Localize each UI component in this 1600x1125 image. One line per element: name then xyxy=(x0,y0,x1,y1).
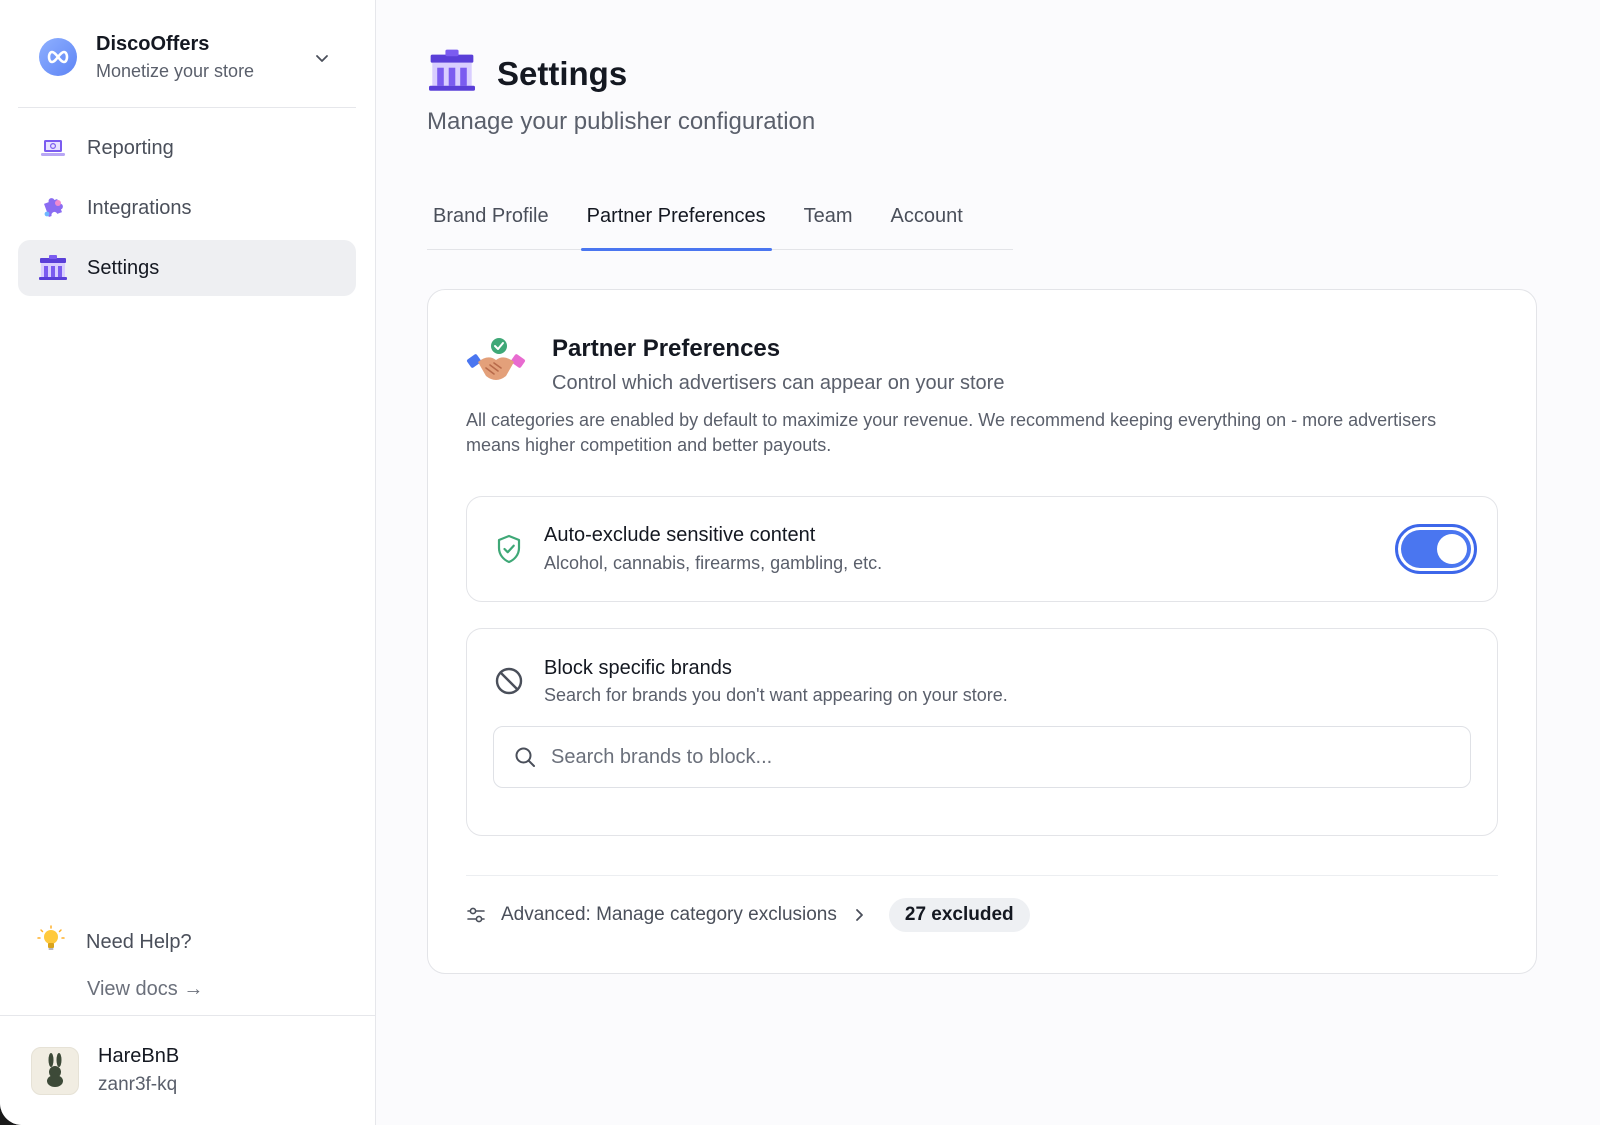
sidebar-nav: Reporting Integrations Settings xyxy=(18,120,356,300)
brand-name: DiscoOffers xyxy=(96,33,210,55)
page-title: Settings xyxy=(497,54,628,92)
partner-preferences-card: Partner Preferences Control which advert… xyxy=(427,289,1537,974)
auto-exclude-subtitle: Alcohol, cannabis, firearms, gambling, e… xyxy=(544,553,883,573)
auto-exclude-toggle[interactable] xyxy=(1395,524,1477,574)
settings-tabs: Brand Profile Partner Preferences Team A… xyxy=(427,190,1013,251)
tab-team[interactable]: Team xyxy=(798,190,859,250)
chevron-down-icon[interactable] xyxy=(312,48,332,68)
puzzle-icon xyxy=(36,191,70,225)
sidebar-item-integrations[interactable]: Integrations xyxy=(18,180,356,236)
brand-switcher[interactable]: DiscoOffers Monetize your store xyxy=(18,26,356,108)
sliders-icon xyxy=(467,907,485,923)
sidebar-item-label: Reporting xyxy=(87,136,174,159)
page-header: Settings xyxy=(427,48,627,99)
card-subtitle: Control which advertisers can appear on … xyxy=(552,372,1005,394)
card-description: All categories are enabled by default to… xyxy=(466,410,1437,455)
divider xyxy=(466,875,1498,876)
handshake-icon xyxy=(466,334,528,390)
app-window: DiscoOffers Monetize your store Reportin… xyxy=(0,0,1600,1125)
sidebar-item-reporting[interactable]: Reporting xyxy=(18,120,356,176)
brand-tagline: Monetize your store xyxy=(96,61,255,81)
chevron-right-icon xyxy=(855,909,863,921)
lightbulb-icon xyxy=(36,925,66,960)
view-docs-link[interactable]: View docs → xyxy=(87,978,203,1001)
main-content: Settings Manage your publisher configura… xyxy=(376,0,1600,1125)
sidebar-item-label: Settings xyxy=(87,256,160,279)
toggle-knob xyxy=(1437,534,1467,564)
auto-exclude-title: Auto-exclude sensitive content xyxy=(544,524,816,546)
advanced-label: Advanced: Manage category exclusions xyxy=(501,904,837,925)
tab-partner-preferences[interactable]: Partner Preferences xyxy=(580,190,772,251)
sidebar-item-label: Integrations xyxy=(87,196,192,219)
storefront-icon xyxy=(427,48,477,99)
sidebar-item-settings[interactable]: Settings xyxy=(18,240,356,296)
excluded-count-badge: 27 excluded xyxy=(888,898,1030,932)
block-brands-option: Block specific brands Search for brands … xyxy=(466,628,1498,836)
auto-exclude-option: Auto-exclude sensitive content Alcohol, … xyxy=(466,496,1498,602)
sidebar: DiscoOffers Monetize your store Reportin… xyxy=(0,0,376,1125)
infinity-logo-icon xyxy=(39,38,77,76)
tab-brand-profile[interactable]: Brand Profile xyxy=(427,190,555,250)
help-label: Need Help? xyxy=(86,931,192,953)
rabbit-avatar-icon xyxy=(31,1046,79,1095)
brand-search-input[interactable] xyxy=(551,745,1431,769)
block-brands-title: Block specific brands xyxy=(544,657,732,679)
toggle-track xyxy=(1401,530,1471,568)
card-title: Partner Preferences xyxy=(552,335,781,362)
block-icon xyxy=(495,667,523,695)
user-name: HareBnB xyxy=(98,1045,180,1067)
laptop-icon xyxy=(36,131,70,165)
user-id: zanr3f-kq xyxy=(98,1074,178,1095)
page-subtitle: Manage your publisher configuration xyxy=(427,108,816,135)
storefront-icon xyxy=(36,251,70,285)
tab-account[interactable]: Account xyxy=(885,190,969,250)
search-icon xyxy=(515,747,535,767)
shield-check-icon xyxy=(497,534,521,564)
advanced-category-exclusions-link[interactable]: Advanced: Manage category exclusions xyxy=(466,904,867,926)
help-section: Need Help? View docs → xyxy=(36,925,203,1001)
advanced-row: Advanced: Manage category exclusions 27 … xyxy=(466,898,1030,932)
block-brands-subtitle: Search for brands you don't want appeari… xyxy=(544,685,1008,705)
user-account[interactable]: HareBnB zanr3f-kq xyxy=(0,1015,375,1125)
brand-search-box[interactable] xyxy=(493,726,1471,788)
